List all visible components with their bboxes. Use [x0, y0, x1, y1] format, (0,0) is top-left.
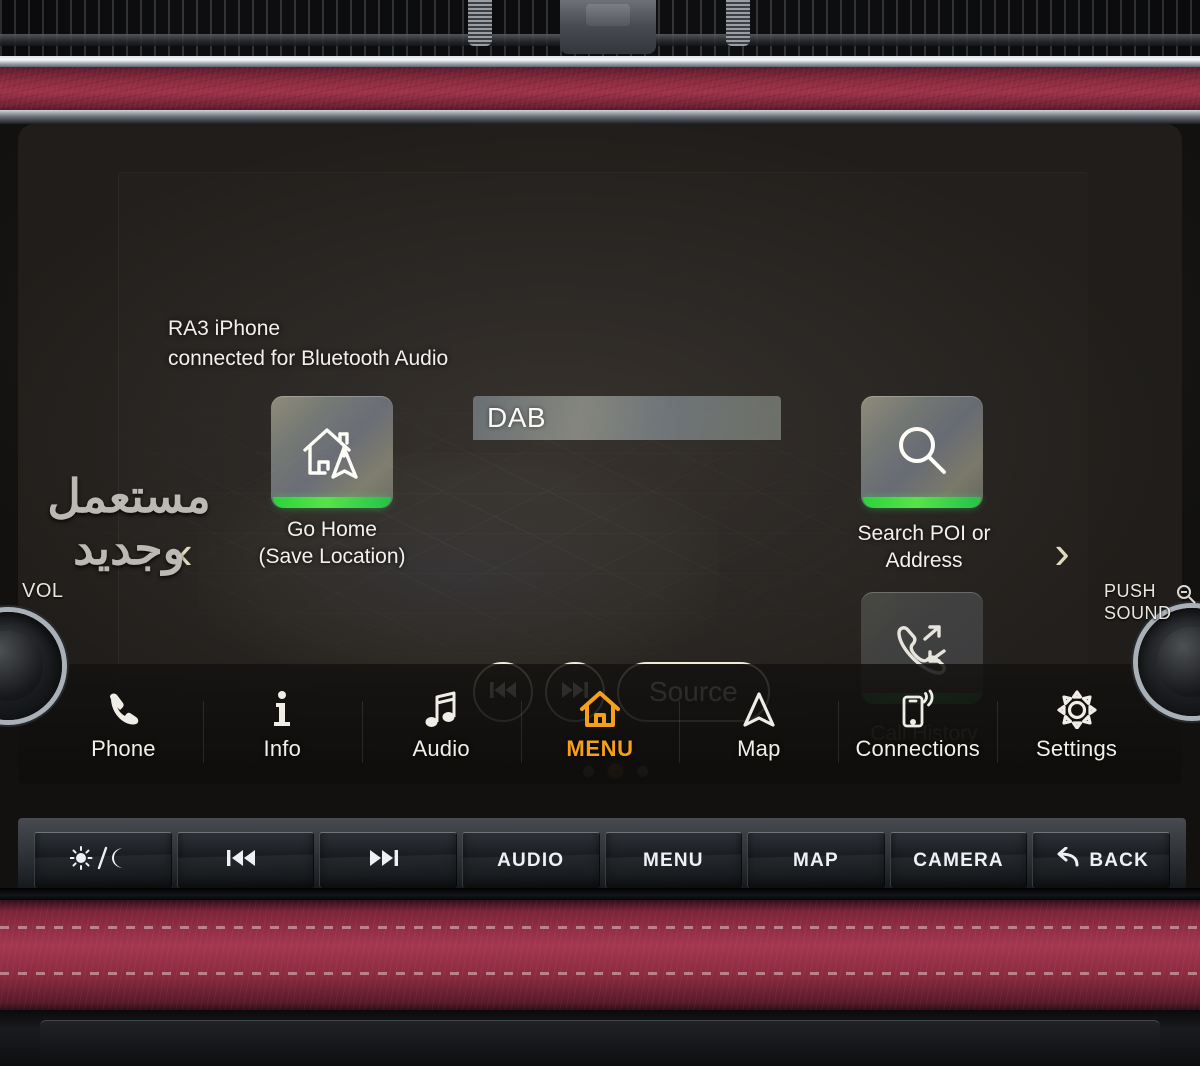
go-home-label-line1: Go Home: [287, 518, 377, 541]
leather-stitch-lower: [0, 972, 1200, 975]
source-banner-label: DAB: [487, 402, 547, 433]
infotainment-screen[interactable]: RA3 iPhone connected for Bluetooth Audio…: [18, 124, 1182, 784]
magnifier-icon: [891, 421, 953, 483]
tab-info[interactable]: Info: [202, 687, 362, 763]
tab-audio[interactable]: Audio: [361, 687, 521, 763]
tab-connections-label: Connections: [855, 735, 980, 761]
music-note-icon: [421, 687, 461, 729]
tab-menu[interactable]: MENU: [520, 687, 680, 763]
push-sound-label: PUSH SOUND: [1104, 580, 1172, 624]
hard-button-row: AUDIO MENU MAP CAMERA BACK: [34, 832, 1170, 888]
leather-stitch-upper: [0, 926, 1200, 929]
leather-dash-pad-top: [0, 67, 1200, 113]
shortcut-search-poi-label: Search POI or Address: [818, 520, 1030, 574]
status-line-2: connected for Bluetooth Audio: [168, 347, 449, 370]
push-sound-line2: SOUND: [1104, 603, 1172, 623]
status-line-1: RA3 iPhone: [168, 317, 281, 340]
lower-console-trim: [0, 1010, 1200, 1066]
vent-direction-knob[interactable]: [560, 0, 656, 54]
hard-button-back[interactable]: BACK: [1032, 832, 1170, 888]
go-home-label-line2: (Save Location): [258, 545, 406, 568]
bluetooth-status-text: RA3 iPhone connected for Bluetooth Audio: [168, 314, 688, 374]
dashboard-scene: RA3 iPhone connected for Bluetooth Audio…: [0, 0, 1200, 1066]
back-arrow-icon: [1053, 846, 1081, 875]
seek-tune-icon: [1176, 584, 1198, 609]
search-poi-label-line1: Search POI or: [857, 522, 991, 545]
hard-button-camera[interactable]: CAMERA: [889, 832, 1028, 888]
air-vent-band: [0, 0, 1200, 58]
hard-button-day-night[interactable]: [34, 832, 172, 888]
hard-button-map[interactable]: MAP: [747, 832, 885, 888]
vent-grip-right: [726, 0, 750, 46]
leather-dash-pad-bottom: [0, 900, 1200, 1012]
tab-map-label: Map: [737, 735, 781, 761]
search-poi-label-line2: Address: [885, 549, 963, 572]
shortcut-go-home-label: Go Home (Save Location): [211, 516, 453, 570]
next-page-chevron-icon[interactable]: ›: [1040, 522, 1084, 582]
info-i-icon: [268, 687, 296, 729]
tab-settings-label: Settings: [1036, 735, 1118, 761]
tab-map[interactable]: Map: [679, 687, 838, 763]
head-unit-top-trim: [0, 110, 1200, 124]
home-navigation-icon: [299, 421, 365, 483]
previous-track-icon: [225, 848, 257, 874]
volume-knob-label: VOL: [22, 580, 64, 602]
arabic-watermark: مستعمل وجديد: [24, 470, 234, 574]
watermark-line1: مستعمل: [47, 470, 211, 522]
tab-phone-label: Phone: [91, 735, 156, 761]
hard-button-seek-down[interactable]: [176, 832, 315, 888]
hard-button-audio[interactable]: AUDIO: [461, 832, 600, 888]
tab-connections[interactable]: Connections: [838, 687, 997, 763]
phone-signal-icon: [897, 687, 939, 729]
watermark-line2: وجديد: [73, 522, 185, 574]
hard-button-back-label: BACK: [1089, 849, 1150, 871]
phone-handset-icon: [103, 687, 143, 729]
vent-grip-left: [468, 0, 492, 46]
gear-icon: [1056, 687, 1098, 729]
tab-settings[interactable]: Settings: [997, 687, 1156, 763]
hard-button-seek-up[interactable]: [319, 832, 457, 888]
bottom-tab-bar: Phone Info Audio MENU Map Connections Se…: [18, 664, 1182, 784]
home-icon: [578, 687, 622, 729]
tab-audio-label: Audio: [412, 735, 470, 761]
tab-phone[interactable]: Phone: [44, 687, 203, 762]
navigation-arrow-icon: [739, 687, 779, 729]
next-track-icon: [368, 848, 400, 874]
shortcut-go-home[interactable]: [271, 396, 393, 508]
tab-menu-label: MENU: [566, 735, 634, 761]
hard-button-menu[interactable]: MENU: [604, 832, 743, 888]
source-banner[interactable]: DAB: [473, 396, 781, 440]
shortcut-search-poi[interactable]: [861, 396, 983, 508]
push-sound-line1: PUSH: [1104, 581, 1157, 601]
tab-info-label: Info: [263, 735, 302, 761]
sun-moon-icon: [69, 845, 128, 877]
